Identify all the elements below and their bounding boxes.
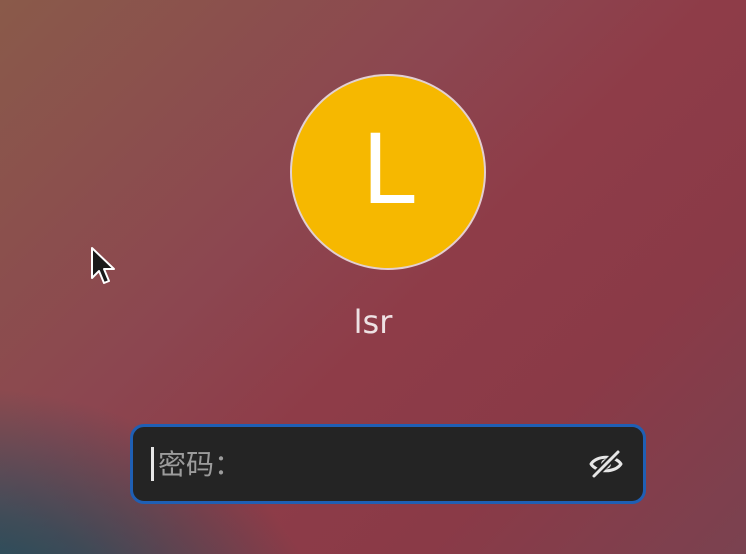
eye-slash-icon: [589, 449, 623, 479]
text-caret: [151, 447, 154, 481]
mouse-pointer-icon: [91, 247, 115, 284]
username-label: lsr: [353, 303, 393, 341]
password-input[interactable]: [158, 438, 558, 490]
avatar-initial: L: [361, 114, 415, 226]
login-screen: L lsr: [0, 0, 746, 554]
show-password-toggle[interactable]: [588, 447, 624, 481]
user-avatar: L: [292, 76, 484, 268]
